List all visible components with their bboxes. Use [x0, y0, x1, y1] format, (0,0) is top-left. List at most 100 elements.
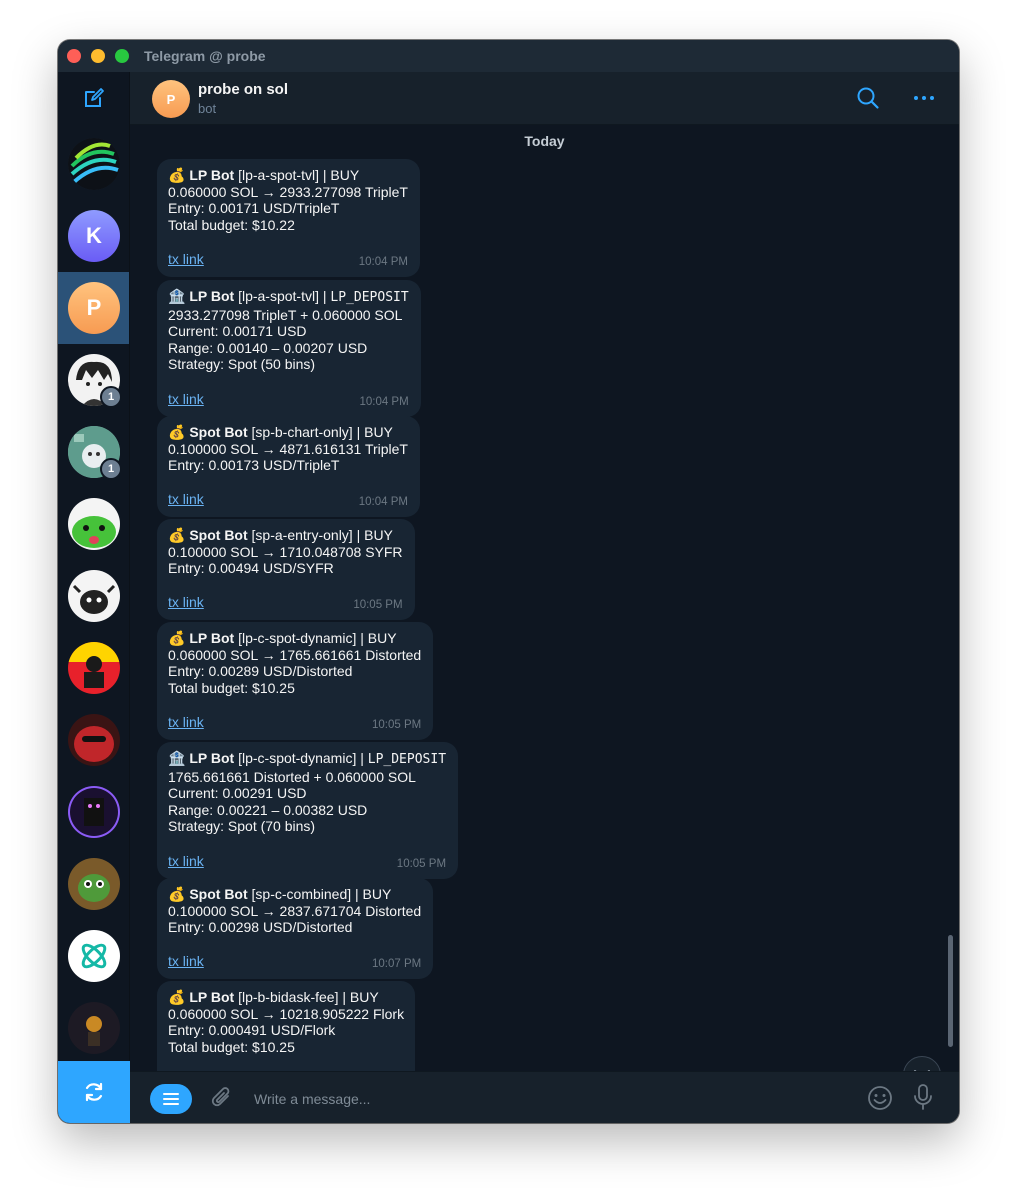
emoji-icon[interactable] [867, 1085, 893, 1111]
chat-avatar [68, 786, 120, 838]
message-header: 💰 LP Bot [lp-b-bidask-fee] | BUY [168, 989, 404, 1006]
message-footer: tx link 10:05 PM [168, 594, 403, 612]
bot-name: LP Bot [189, 167, 235, 183]
chat-item-3[interactable]: P [58, 272, 129, 344]
message-header: 🏦 LP Bot [lp-a-spot-tvl] | LP_DEPOSIT [168, 288, 409, 307]
message-line: Entry: 0.00289 USD/Distorted [168, 663, 353, 680]
message-action-code: LP_DEPOSIT [367, 752, 447, 767]
message-line: Entry: 0.00494 USD/SYFR [168, 560, 334, 577]
tx-link[interactable]: tx link [168, 714, 204, 731]
message-tag: [lp-a-spot-tvl] | [234, 288, 331, 304]
message-footer: tx link 10:04 PM [168, 251, 408, 269]
chat-avatar [68, 930, 120, 982]
message-line: 0.100000 SOL → 4871.616131 TripleT [168, 440, 408, 457]
chat-avatar: P [68, 282, 120, 334]
attach-icon[interactable] [210, 1085, 234, 1111]
tx-link[interactable]: tx link [168, 491, 204, 508]
message-tag: [sp-a-entry-only] | BUY [247, 527, 393, 543]
message-emoji: 🏦 [168, 750, 186, 766]
tx-link[interactable]: tx link [168, 391, 204, 408]
chat-avatar [68, 858, 120, 910]
message-line: Total budget: $10.25 [168, 679, 295, 696]
message-time: 10:04 PM [358, 496, 408, 509]
chat-header-avatar[interactable]: P [152, 80, 190, 118]
window-title: Telegram @ probe [144, 48, 266, 64]
minimize-window-button[interactable] [91, 49, 105, 63]
tx-link[interactable]: tx link [168, 594, 204, 611]
message-line: 0.100000 SOL → 1710.048708 SYFR [168, 543, 403, 560]
bot-menu-button[interactable] [150, 1084, 192, 1114]
chat-item-9[interactable] [58, 704, 129, 776]
message-line: 1765.661661 Distorted + 0.060000 SOL [168, 768, 416, 785]
message-footer: tx link 10:07 PM [168, 953, 421, 971]
maximize-window-button[interactable] [115, 49, 129, 63]
compose-icon[interactable] [82, 86, 106, 110]
chat-item-7[interactable] [58, 560, 129, 632]
chat-item-13[interactable] [58, 992, 129, 1064]
chat-avatar [68, 642, 120, 694]
tx-link[interactable]: tx link [168, 953, 204, 970]
chat-item-12[interactable] [58, 920, 129, 992]
chat-header: P probe on sol bot [130, 72, 959, 125]
message-emoji: 🏦 [168, 288, 186, 304]
chat-list-sidebar: K P 1 1 [58, 72, 130, 1123]
chat-item-5[interactable]: 1 [58, 416, 129, 488]
tx-link[interactable]: tx link [168, 251, 204, 268]
message-bubble[interactable]: 💰 Spot Bot [sp-c-combined] | BUY 0.100000… [157, 878, 434, 980]
message-line: 0.060000 SOL → 10218.905222 Flork [168, 1005, 405, 1022]
close-window-button[interactable] [67, 49, 81, 63]
message-time: 10:04 PM [358, 255, 408, 268]
message-line: Range: 0.00221 – 0.00382 USD [168, 801, 368, 818]
message-emoji: 💰 [168, 886, 186, 902]
message-line: Current: 0.00171 USD [168, 323, 307, 340]
message-tag: [lp-c-spot-dynamic] | BUY [234, 630, 397, 646]
message-line: 2933.277098 TripleT + 0.060000 SOL [168, 306, 403, 323]
message-time: 10:04 PM [359, 395, 409, 408]
tx-link[interactable]: tx link [168, 853, 204, 870]
search-icon[interactable] [856, 86, 880, 110]
message-header: 💰 Spot Bot [sp-b-chart-only] | BUY [168, 424, 408, 441]
message-input[interactable] [252, 1086, 816, 1112]
avatar-letter: P [86, 295, 102, 320]
message-tag: [lp-a-spot-tvl] | BUY [234, 167, 360, 183]
message-bubble[interactable]: 🏦 LP Bot [lp-c-spot-dynamic] | LP_DEPOSI… [157, 742, 459, 879]
message-action-code: LP_DEPOSIT [330, 290, 409, 305]
message-list[interactable]: Today 💰 LP Bot [lp-a-spot-tvl] | BUY 0.06… [130, 125, 959, 1071]
message-footer: tx link 10:05 PM [168, 714, 421, 732]
telegram-window: Telegram @ probe K P 1 1 P probe on sol … [58, 40, 959, 1123]
message-line: Entry: 0.00171 USD/TripleT [168, 200, 340, 217]
chat-item-4[interactable]: 1 [58, 344, 129, 416]
chat-title[interactable]: probe on sol [198, 81, 288, 98]
message-line: Entry: 0.00173 USD/TripleT [168, 457, 340, 474]
chat-item-10[interactable] [58, 776, 129, 848]
message-bubble[interactable]: 💰 LP Bot [lp-a-spot-tvl] | BUY 0.060000 S… [157, 159, 420, 277]
microphone-icon[interactable] [912, 1083, 934, 1111]
more-options-icon[interactable] [912, 86, 936, 110]
message-bubble[interactable]: 🏦 LP Bot [lp-a-spot-tvl] | LP_DEPOSIT 293… [157, 280, 421, 417]
bot-name: LP Bot [189, 750, 235, 766]
message-bubble[interactable]: 💰 Spot Bot [sp-a-entry-only] | BUY 0.1000… [157, 519, 415, 621]
chat-item-8[interactable] [58, 632, 129, 704]
message-bubble[interactable]: 💰 Spot Bot [sp-b-chart-only] | BUY 0.1000… [157, 416, 420, 518]
sync-button[interactable] [58, 1061, 130, 1123]
chat-item-6[interactable] [58, 488, 129, 560]
message-line: Total budget: $10.22 [168, 216, 295, 233]
chat-item-2[interactable]: K [58, 200, 129, 272]
message-footer: tx link 10:04 PM [168, 391, 409, 409]
message-line: Entry: 0.000491 USD/Flork [168, 1022, 336, 1039]
chat-avatar [68, 1002, 120, 1054]
message-bubble[interactable]: 💰 LP Bot [lp-b-bidask-fee] | BUY 0.060000… [157, 981, 416, 1071]
scroll-to-bottom-button[interactable] [903, 1056, 941, 1071]
chat-avatar [68, 714, 120, 766]
message-time: 10:05 PM [353, 599, 403, 612]
chat-item-1[interactable] [58, 128, 129, 200]
message-bubble[interactable]: 💰 LP Bot [lp-c-spot-dynamic] | BUY 0.0600… [157, 622, 434, 740]
chat-item-11[interactable] [58, 848, 129, 920]
scrollbar[interactable] [948, 935, 953, 1047]
message-time: 10:07 PM [371, 958, 422, 971]
message-tag: [sp-b-chart-only] | BUY [247, 424, 393, 440]
